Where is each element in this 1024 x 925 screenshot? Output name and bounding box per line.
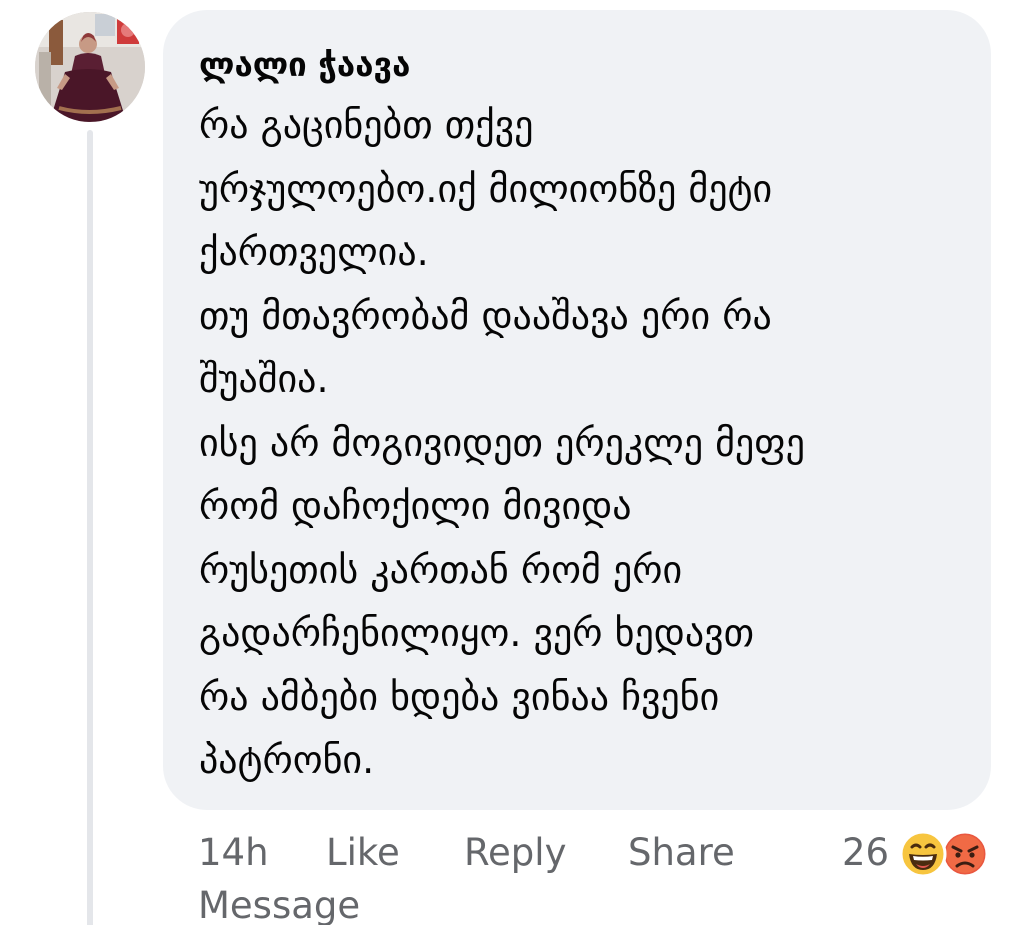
comment-text-line: პატრონი. (199, 738, 375, 782)
comment-text: რა გაცინებთ თქვე ურჯულოებო.იქ მილიონზე მ… (199, 94, 961, 793)
comment-text-line: ურჯულოებო.იქ მილიონზე მეტი (199, 166, 773, 211)
comment-actions-bar: 14h Like Reply Share 26 (198, 826, 998, 880)
avatar[interactable] (35, 12, 145, 122)
comment-text-line: გადარჩენილიყო. ვერ ხედავთ (199, 611, 755, 655)
thread-connector-line (87, 130, 93, 925)
comment-text-line: რა გაცინებთ თქვე (199, 103, 534, 147)
comment-text-line: რუსეთის კართან რომ ერი (199, 547, 683, 592)
comment-author-name[interactable]: ლალი ჭაავა (199, 40, 961, 90)
avatar-photo (35, 12, 145, 122)
comment-thread: ლალი ჭაავა რა გაცინებთ თქვე ურჯულოებო.იქ… (0, 0, 1024, 925)
reactions-summary[interactable] (898, 830, 998, 878)
comment-text-line: ქართველია. (199, 230, 429, 274)
comment-bubble: ლალი ჭაავა რა გაცინებთ თქვე ურჯულოებო.იქ… (163, 10, 991, 810)
comment-text-line: რომ დაჩოქილი მივიდა (199, 484, 632, 528)
comment-text-line: თუ მთავრობამ დააშავა ერი რა (199, 293, 772, 338)
angry-reaction-icon (941, 830, 989, 878)
haha-reaction-icon (899, 830, 947, 878)
message-button[interactable]: Message (198, 880, 360, 925)
reply-button[interactable]: Reply (464, 826, 566, 880)
like-button[interactable]: Like (326, 826, 400, 880)
comment-text-line: შუაშია. (199, 357, 329, 401)
comment-text-line: რა ამბები ხდება ვინაა ჩვენი (199, 674, 720, 719)
reaction-count[interactable]: 26 (842, 826, 889, 880)
comment-timestamp[interactable]: 14h (198, 826, 269, 880)
share-button[interactable]: Share (628, 826, 735, 880)
comment-text-line: ისე არ მოგივიდეთ ერეკლე მეფე (199, 420, 805, 465)
